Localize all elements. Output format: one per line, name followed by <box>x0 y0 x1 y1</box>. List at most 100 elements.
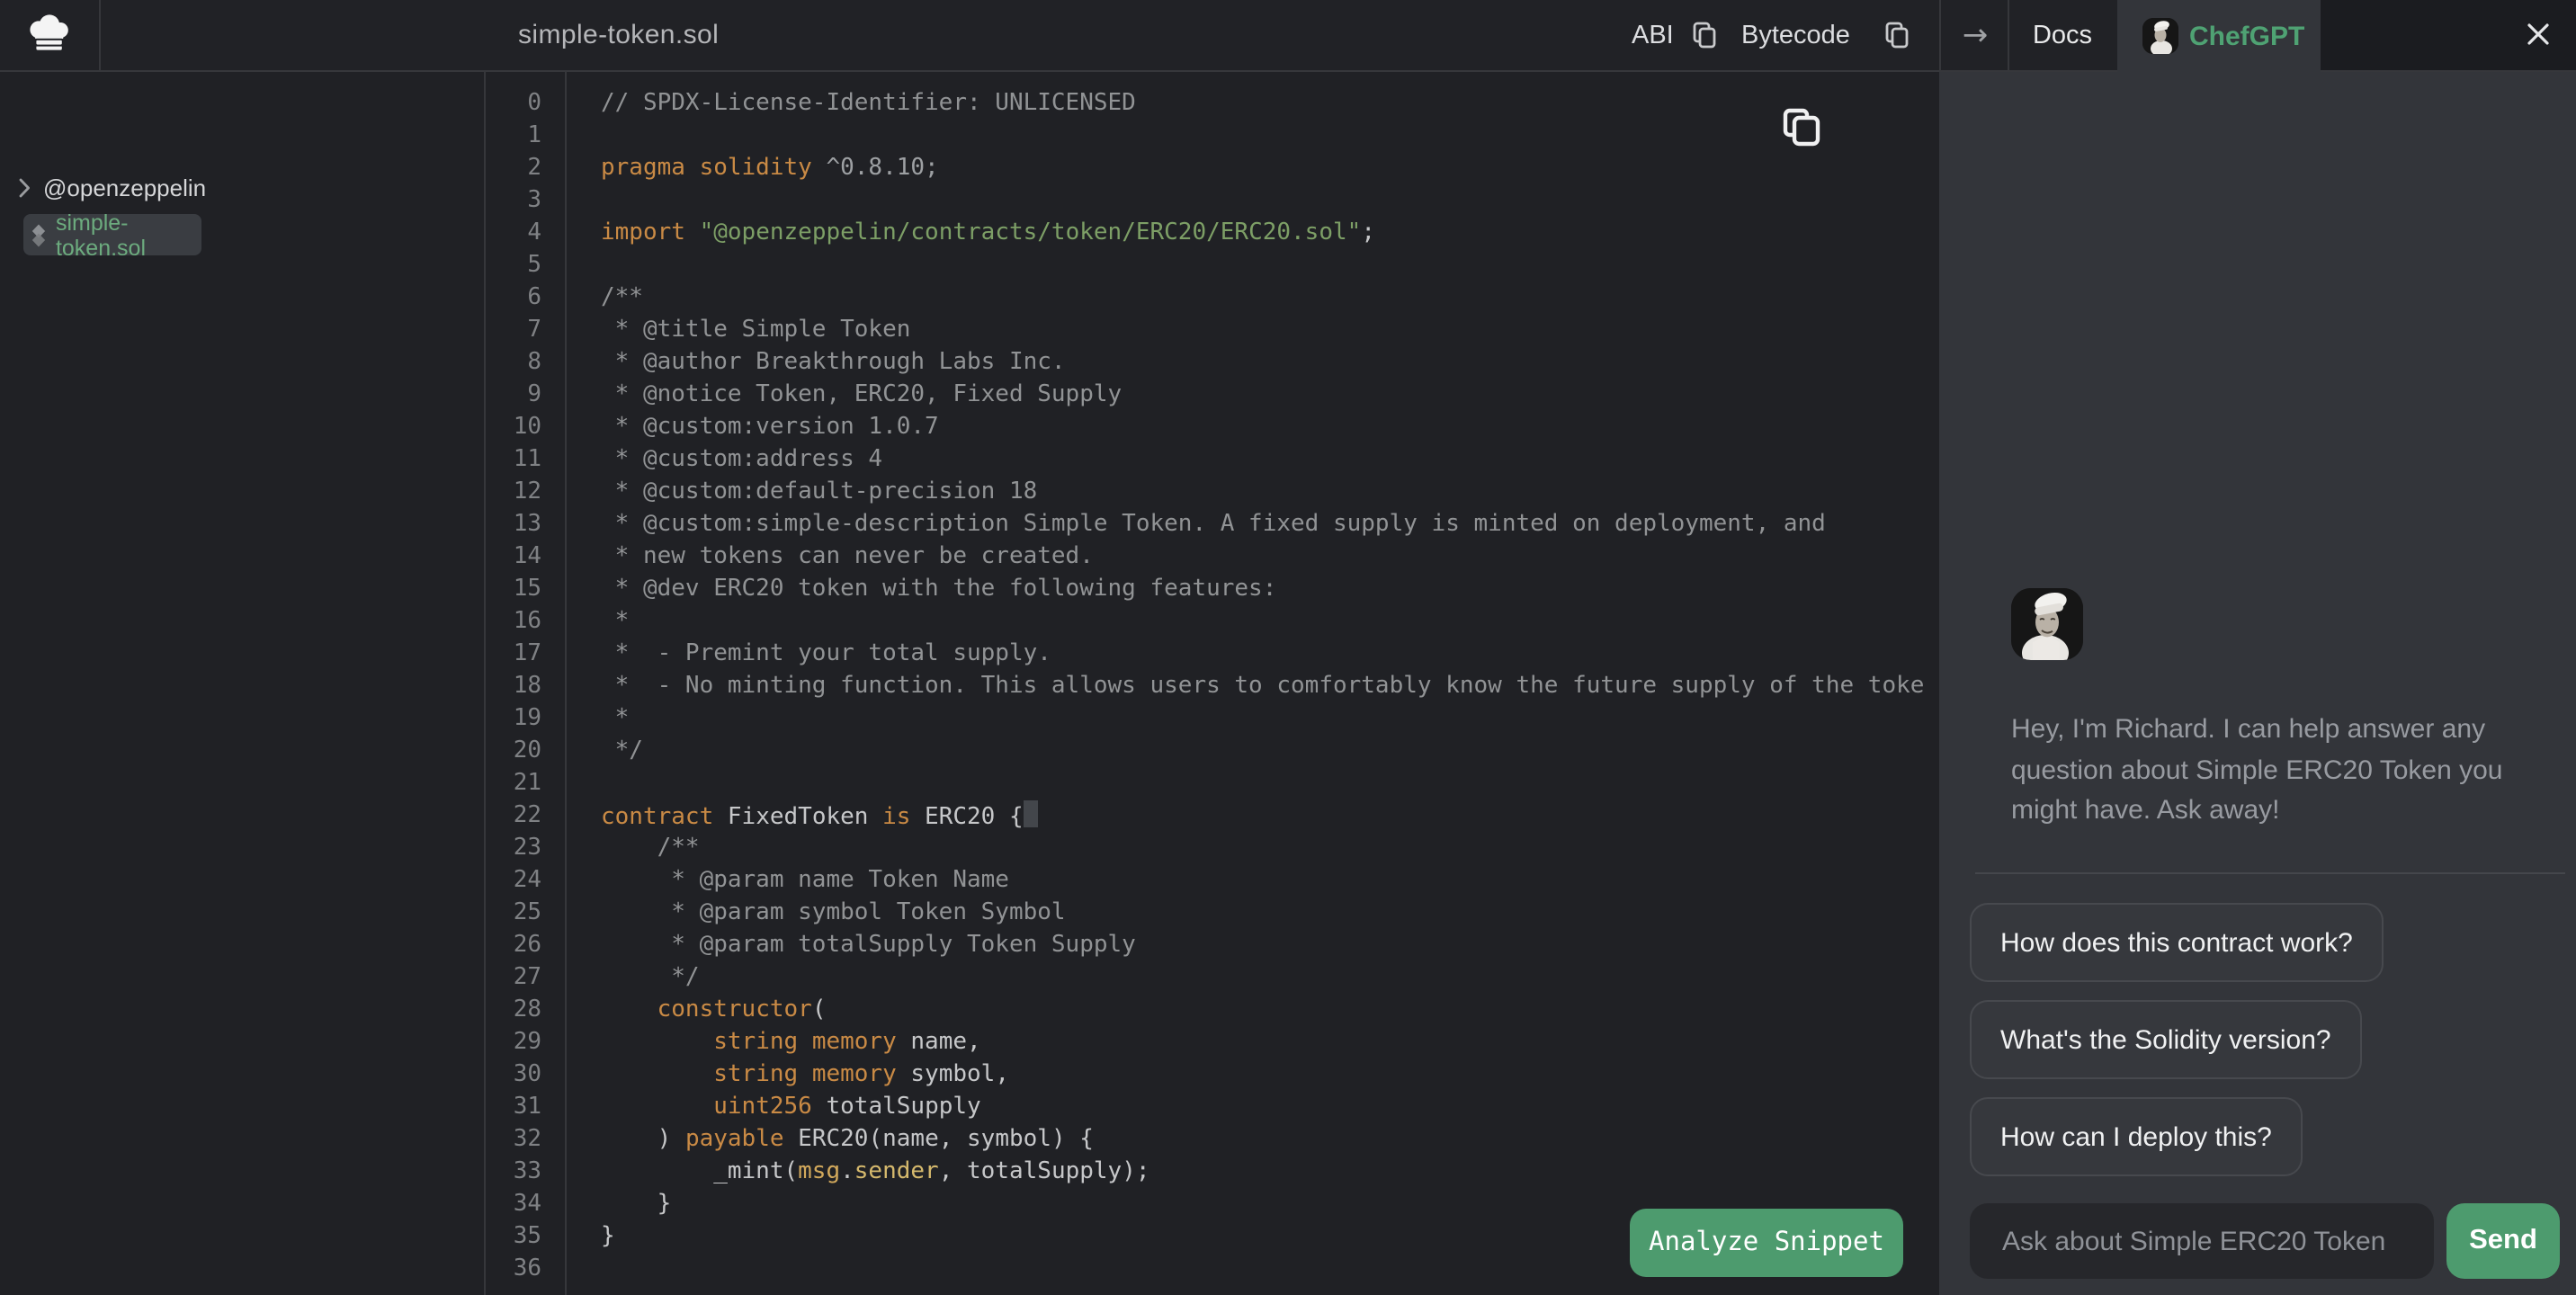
code-token: * @notice Token, ERC20, Fixed Supply <box>601 381 1122 408</box>
code-line: * new tokens can never be created. <box>601 541 1939 574</box>
line-number: 20 <box>486 736 565 768</box>
line-number: 0 <box>486 88 565 121</box>
line-number: 4 <box>486 218 565 250</box>
expand-arrow-button[interactable]: → <box>1959 0 1991 70</box>
sidebar-item-openzeppelin[interactable]: @openzeppelin <box>18 165 206 209</box>
code-token: */ <box>601 964 700 991</box>
suggestion-button[interactable]: How can I deploy this? <box>1970 1097 2303 1176</box>
line-number: 8 <box>486 347 565 380</box>
line-number: 19 <box>486 703 565 736</box>
code-line: ) payable ERC20(name, symbol) { <box>601 1124 1939 1157</box>
code-token: /** <box>601 835 700 862</box>
code-line: * @param symbol Token Symbol <box>601 898 1939 930</box>
code-lines: // SPDX-License-Identifier: UNLICENSED p… <box>601 72 1939 1295</box>
code-token: * @custom:simple-description Simple Toke… <box>601 511 1826 538</box>
line-number: 12 <box>486 477 565 509</box>
code-token: ) <box>601 1126 685 1153</box>
abi-button[interactable]: ABI <box>1632 0 1674 70</box>
line-number: 2 <box>486 153 565 185</box>
code-line: * - No minting function. This allows use… <box>601 671 1939 703</box>
line-number: 9 <box>486 380 565 412</box>
code-line: * @custom:version 1.0.7 <box>601 412 1939 444</box>
code-line: * @custom:simple-description Simple Toke… <box>601 509 1939 541</box>
line-number: 3 <box>486 185 565 218</box>
app-logo[interactable] <box>0 0 101 70</box>
line-number: 33 <box>486 1157 565 1189</box>
code-line: * - Premint your total supply. <box>601 639 1939 671</box>
sidebar-item-simple-token[interactable]: simple-token.sol <box>23 214 201 255</box>
chef-hat-icon <box>25 13 74 58</box>
code-editor[interactable]: 0123456789101112131415161718192021222324… <box>486 72 1939 1295</box>
copy-code-button[interactable] <box>1783 108 1822 147</box>
line-number: 36 <box>486 1254 565 1286</box>
code-token <box>601 996 657 1023</box>
suggestion-button[interactable]: What's the Solidity version? <box>1970 1000 2362 1079</box>
suggestion-button[interactable]: How does this contract work? <box>1970 903 2384 982</box>
code-line: * @author Breakthrough Labs Inc. <box>601 347 1939 380</box>
line-number: 1 <box>486 121 565 153</box>
line-number: 25 <box>486 898 565 930</box>
tab-docs[interactable]: Docs <box>2008 0 2117 70</box>
code-token: . <box>840 1158 854 1185</box>
code-token: // SPDX-License-Identifier: UNLICENSED <box>601 90 1136 117</box>
code-token: is <box>882 804 910 831</box>
analyze-snippet-button[interactable]: Analyze Snippet <box>1630 1209 1903 1277</box>
line-number: 34 <box>486 1189 565 1221</box>
line-number: 11 <box>486 444 565 477</box>
code-token: import <box>601 219 685 246</box>
line-number: 31 <box>486 1092 565 1124</box>
line-number: 13 <box>486 509 565 541</box>
line-number: 35 <box>486 1221 565 1254</box>
code-line: /** <box>601 833 1939 865</box>
code-token: ^0.8.10; <box>812 155 939 182</box>
chefgpt-avatar <box>2142 18 2178 54</box>
code-line: * @custom:address 4 <box>601 444 1939 477</box>
code-token: pragma solidity <box>601 155 812 182</box>
copy-icon <box>1692 22 1715 49</box>
line-number: 23 <box>486 833 565 865</box>
line-number: 21 <box>486 768 565 800</box>
code-token: uint256 <box>713 1094 812 1121</box>
line-number: 15 <box>486 574 565 606</box>
code-token: * new tokens can never be created. <box>601 543 1094 570</box>
line-number: 16 <box>486 606 565 639</box>
line-number: 14 <box>486 541 565 574</box>
line-number: 24 <box>486 865 565 898</box>
code-line: string memory name, <box>601 1027 1939 1059</box>
line-number: 27 <box>486 962 565 995</box>
abi-copy-button[interactable] <box>1687 0 1720 70</box>
code-line: */ <box>601 736 1939 768</box>
line-number: 32 <box>486 1124 565 1157</box>
code-line: * @title Simple Token <box>601 315 1939 347</box>
line-number: 17 <box>486 639 565 671</box>
code-token: * @param symbol Token Symbol <box>601 899 1066 926</box>
code-token <box>601 1094 713 1121</box>
code-token: /** <box>601 284 643 311</box>
line-number: 18 <box>486 671 565 703</box>
close-button[interactable] <box>2515 11 2562 58</box>
bytecode-button[interactable]: Bytecode <box>1741 0 1850 70</box>
code-line <box>601 250 1939 282</box>
line-number: 30 <box>486 1059 565 1092</box>
code-line: constructor( <box>601 995 1939 1027</box>
code-line: * @notice Token, ERC20, Fixed Supply <box>601 380 1939 412</box>
assistant-greeting: Hey, I'm Richard. I can help answer any … <box>2011 710 2551 832</box>
chat-divider <box>1975 872 2565 874</box>
bytecode-copy-button[interactable] <box>1880 0 1912 70</box>
line-number: 22 <box>486 800 565 833</box>
code-token: ERC20(name, symbol) { <box>784 1126 1094 1153</box>
send-button[interactable]: Send <box>2446 1203 2560 1279</box>
copy-icon <box>1884 22 1908 49</box>
code-token: string memory <box>713 1061 897 1088</box>
code-token: * @title Simple Token <box>601 317 910 344</box>
code-token: * @custom:address 4 <box>601 446 882 473</box>
code-token: } <box>601 1223 615 1250</box>
tab-chefgpt[interactable]: ChefGPT <box>2117 0 2321 72</box>
line-number: 29 <box>486 1027 565 1059</box>
folder-label: @openzeppelin <box>43 174 206 201</box>
right-arrow-icon: → <box>1963 17 1989 53</box>
chat-input[interactable] <box>1970 1203 2434 1279</box>
code-token: "@openzeppelin/contracts/token/ERC20/ERC… <box>700 219 1362 246</box>
code-token: payable <box>685 1126 784 1153</box>
chat-input-row: Send <box>1970 1203 2563 1279</box>
